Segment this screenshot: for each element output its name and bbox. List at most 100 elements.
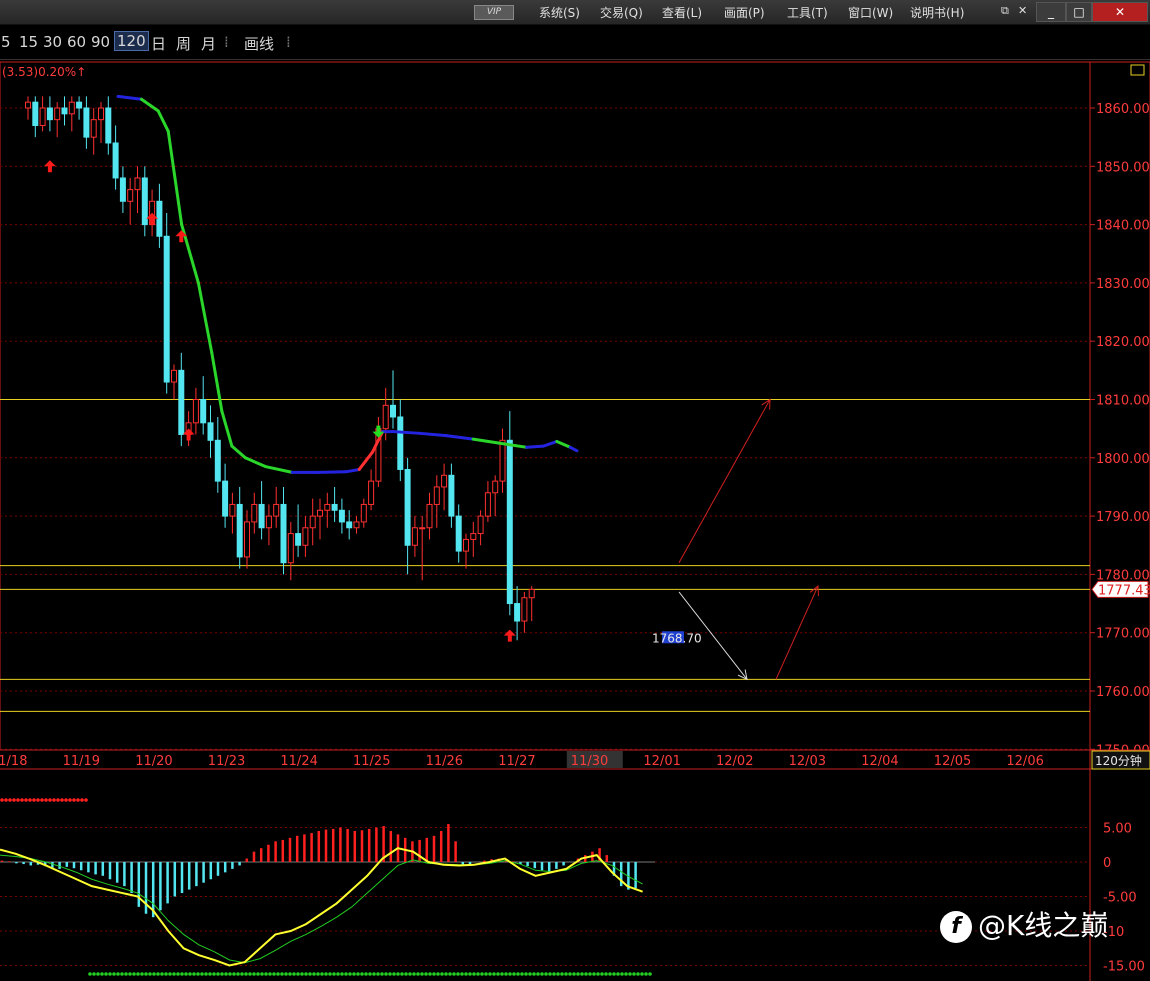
candle-body [244,521,250,558]
signal-dot [332,972,336,976]
date-tick-label: 11/24 [280,754,317,769]
price-chart[interactable]: 1860.00 1850.00 1840.00 1830.00 1820.00 1810.… [0,0,1150,981]
price-tick-label: 1840.00 [1096,219,1150,234]
moving-average-segment [263,465,294,474]
date-tick-label: 11/25 [353,754,390,769]
signal-dot [556,972,560,976]
price-tick-label: 1800.00 [1096,452,1150,467]
signal-dot [304,972,308,976]
candle-body [163,235,170,383]
candle-body [346,521,353,529]
candle-body [105,107,112,144]
signal-dot [316,972,320,976]
signal-dot [20,798,24,802]
signal-dot [72,798,76,802]
signal-dot [532,972,536,976]
candle-body [484,492,491,517]
signal-dot [228,972,232,976]
signal-dot [396,972,400,976]
signal-dot [32,798,36,802]
candle-body [251,503,258,523]
candle-body [338,509,345,523]
candle-body [236,503,243,558]
date-tick-label: 11/19 [63,754,100,769]
moving-average-segment [344,467,361,474]
signal-dot [52,798,56,802]
signal-dot [292,972,296,976]
signal-dot [356,972,360,976]
signal-dot [452,972,456,976]
signal-dot [416,972,420,976]
price-tick-label: 1860.00 [1096,102,1150,117]
signal-dot [636,972,640,976]
period-label: 120分钟 [1095,753,1142,768]
signal-dot [208,972,212,976]
signal-dot [432,972,436,976]
signal-dot [124,972,128,976]
signal-dot [144,972,148,976]
signal-dot [492,972,496,976]
signal-dot [60,798,64,802]
candle-body [207,422,214,441]
signal-dot [512,972,516,976]
signal-dot [212,972,216,976]
moving-average-segment [317,470,348,474]
date-tick-label: 11/23 [208,754,245,769]
signal-dot [384,972,388,976]
moving-average-segment [357,450,375,471]
candle-body [433,486,440,505]
date-tick-label: 11/18 [0,754,27,769]
signal-dot [24,798,28,802]
panel-toggle-icon [1130,64,1145,76]
signal-dot [136,972,140,976]
signal-dot [96,972,100,976]
signal-dot [436,972,440,976]
signal-dot [36,798,40,802]
signal-dot [380,972,384,976]
signal-dot [28,798,32,802]
signal-dot [648,972,652,976]
signal-dot [376,972,380,976]
signal-dot [312,972,316,976]
candle-body [280,503,287,564]
candle-body [514,603,521,622]
candle-body [61,107,68,115]
signal-dot [232,972,236,976]
candle-body [265,515,272,529]
candle-body [112,142,119,179]
signal-dot [552,972,556,976]
signal-dot [68,798,72,802]
signal-dot [308,972,312,976]
candle-body [492,480,499,494]
date-tick-label: 12/01 [643,754,680,769]
signal-dot [544,972,548,976]
candle-body [119,177,126,202]
signal-dot [76,798,80,802]
candle-body [295,533,302,546]
signal-dot [64,798,68,802]
signal-dot [632,972,636,976]
signal-dot [388,972,392,976]
signal-dot [112,972,116,976]
candle-body [98,107,104,121]
price-tick-label: 1770.00 [1096,627,1150,642]
candle-body [528,588,535,599]
signal-dot [140,972,144,976]
candle-body [141,177,148,226]
signal-dot [464,972,468,976]
signal-dot [340,972,344,976]
signal-dot [148,972,152,976]
signal-dot [220,972,224,976]
moving-average-segment [541,439,559,448]
signal-dot [364,972,368,976]
signal-dot [592,972,596,976]
signal-dot [264,972,268,976]
moving-average-segment [230,444,247,460]
candle-body [76,101,83,109]
low-price-label: 1768.70 [652,631,702,645]
signal-dot [448,972,452,976]
candle-body [83,107,90,138]
buy-arrow-icon [43,160,56,173]
signal-dot [360,972,364,976]
signal-dot [320,972,324,976]
